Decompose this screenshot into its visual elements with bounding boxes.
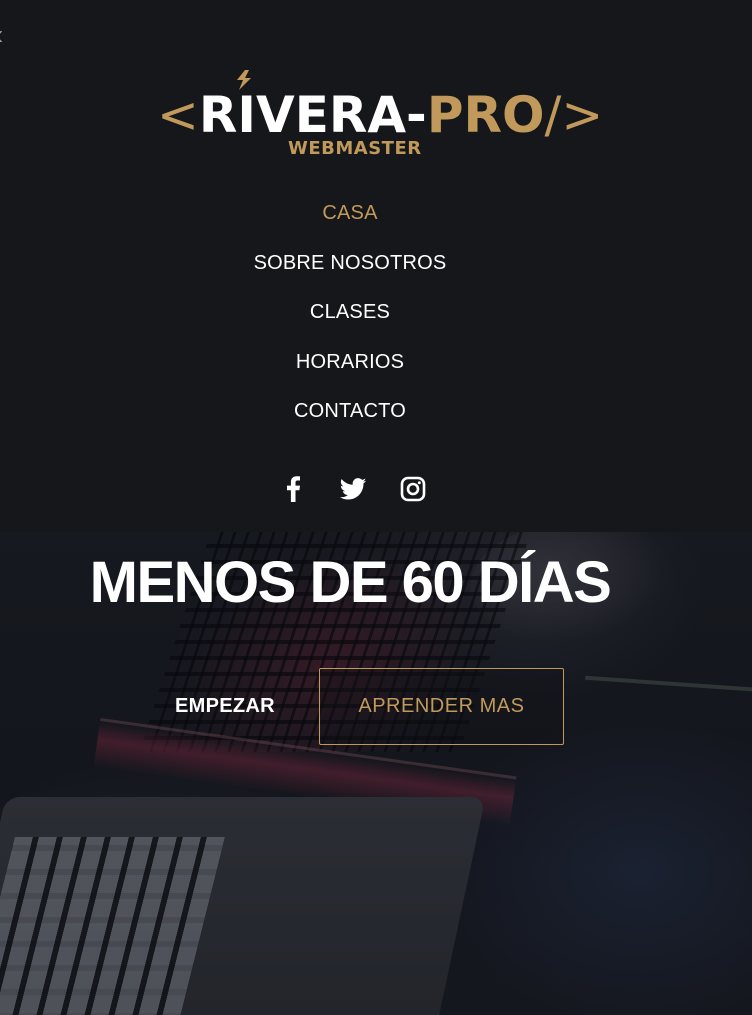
logo-name-gold: PRO [426,86,545,144]
nav-item-horarios[interactable]: HORARIOS [296,345,404,395]
twitter-icon[interactable] [338,474,368,504]
logo-wordmark: < RIVERA- PRO /> [157,90,603,140]
nav-item-contacto[interactable]: CONTACTO [294,394,406,444]
learn-more-button[interactable]: APRENDER MAS [318,668,564,745]
facebook-icon[interactable] [278,474,308,504]
main-nav: CASA SOBRE NOSOTROS CLASES HORARIOS CONT… [0,196,700,444]
page: ‹ < RIVERA- PRO /> WEBMASTER CASA SOBRE … [0,0,752,1015]
social-links [278,472,428,506]
nav-item-clases[interactable]: CLASES [310,295,390,345]
logo-subtitle: WEBMASTER [288,138,422,159]
hero-cta-row: EMPEZAR APRENDER MAS [175,668,564,745]
logo-subtitle-right: MASTER [335,138,422,159]
hero-headline: MENOS DE 60 DÍAS [89,550,612,615]
logo-bracket-open: < [157,86,199,144]
logo-bracket-close: /> [544,86,604,144]
instagram-icon[interactable] [398,474,428,504]
mobile-menu-panel: ‹ < RIVERA- PRO /> WEBMASTER CASA SOBRE … [0,0,752,532]
close-menu-icon[interactable]: ‹ [0,18,4,52]
site-logo[interactable]: < RIVERA- PRO /> WEBMASTER [157,70,603,160]
logo-name-white: RIVERA- [198,86,427,144]
nav-item-casa[interactable]: CASA [322,196,377,246]
logo-subtitle-left: WEB [288,138,336,159]
start-button[interactable]: EMPEZAR [175,695,275,718]
nav-item-sobre-nosotros[interactable]: SOBRE NOSOTROS [254,246,447,296]
